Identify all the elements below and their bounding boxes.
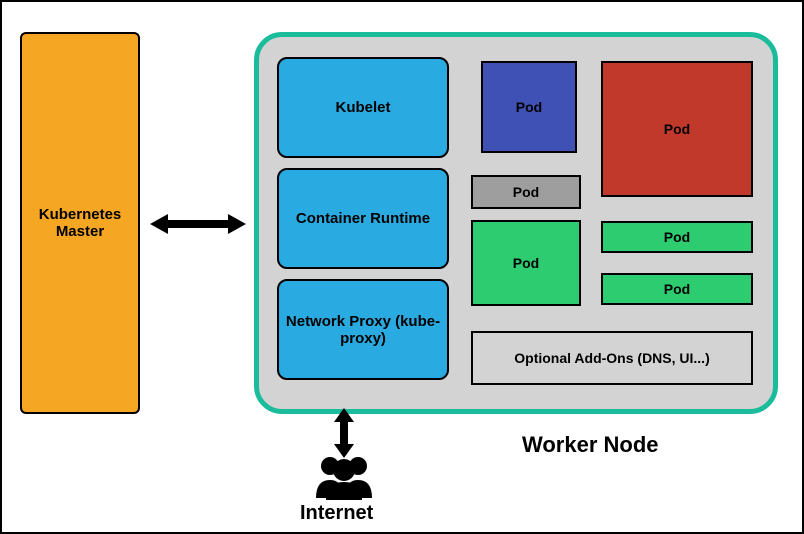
pod-label: Pod [513, 255, 539, 271]
users-group-icon [310, 452, 378, 500]
pod-box-green-small-2: Pod [601, 273, 753, 305]
pod-box-green-large: Pod [471, 220, 581, 306]
container-runtime-label: Container Runtime [296, 210, 430, 227]
container-runtime-box: Container Runtime [277, 168, 449, 269]
kubernetes-master-label: Kubernetes Master [30, 206, 130, 240]
bidirectional-arrow-horizontal-icon [150, 214, 246, 234]
pod-label: Pod [664, 121, 690, 137]
pod-box-gray: Pod [471, 175, 581, 209]
worker-node-label: Worker Node [522, 432, 659, 458]
pod-box-blue: Pod [481, 61, 577, 153]
kube-proxy-box: Network Proxy (kube-proxy) [277, 279, 449, 380]
pod-box-green-small-1: Pod [601, 221, 753, 253]
kubernetes-master-box: Kubernetes Master [20, 32, 140, 414]
diagram-canvas: Kubernetes Master Kubelet Container Runt… [0, 0, 804, 534]
optional-addons-box: Optional Add-Ons (DNS, UI...) [471, 331, 753, 385]
pod-label: Pod [516, 99, 542, 115]
worker-node-container: Kubelet Container Runtime Network Proxy … [254, 32, 778, 414]
pod-label: Pod [664, 281, 690, 297]
kube-proxy-label: Network Proxy (kube-proxy) [285, 313, 441, 347]
kubelet-box: Kubelet [277, 57, 449, 158]
optional-addons-label: Optional Add-Ons (DNS, UI...) [514, 350, 709, 366]
pod-label: Pod [513, 184, 539, 200]
pod-box-red: Pod [601, 61, 753, 197]
kubelet-label: Kubelet [335, 99, 390, 116]
core-components-column: Kubelet Container Runtime Network Proxy … [277, 57, 449, 380]
pod-label: Pod [664, 229, 690, 245]
internet-label: Internet [300, 502, 373, 525]
bidirectional-arrow-vertical-icon [334, 408, 354, 458]
